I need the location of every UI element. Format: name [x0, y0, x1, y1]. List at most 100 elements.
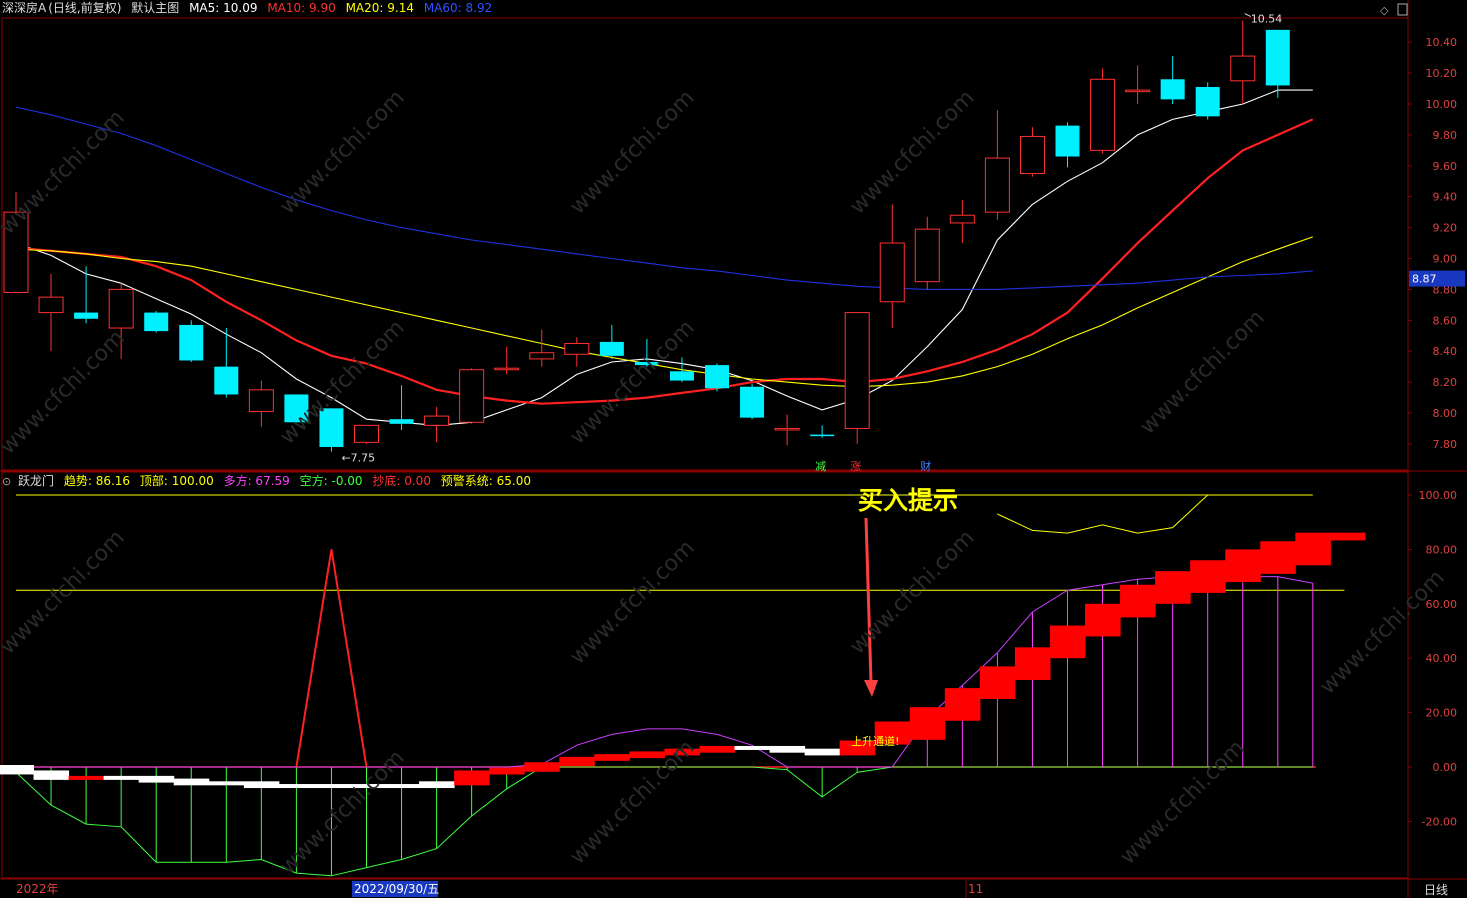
trend-block	[1190, 560, 1226, 593]
buy-hint-arrow-head	[864, 680, 878, 697]
candle	[1160, 56, 1185, 104]
candle-body	[424, 415, 450, 426]
candle-body	[564, 342, 590, 355]
trend-block	[804, 748, 841, 756]
stock-name[interactable]: 深深房A	[2, 1, 46, 15]
candle-body	[669, 371, 694, 381]
candle	[424, 406, 450, 443]
price-tick-label: 9.00	[1433, 253, 1458, 266]
candle	[1230, 20, 1256, 104]
trend-block	[278, 784, 315, 789]
price-tick-label: 10.40	[1426, 36, 1458, 49]
candle-body	[984, 157, 1010, 213]
candle-body	[810, 434, 835, 437]
trend-block	[0, 765, 35, 775]
time-label-year: 2022年	[16, 882, 59, 896]
trend-block	[734, 745, 771, 750]
trend-block	[524, 762, 560, 772]
warn-readout: 预警系统: 65.00	[440, 474, 531, 488]
rise-channel-label: 上升通道!	[851, 734, 899, 748]
trend-block	[1155, 571, 1191, 604]
trend-block	[103, 775, 140, 780]
candle-body	[949, 214, 975, 224]
candle	[634, 338, 659, 367]
price-tick-label: 9.40	[1433, 191, 1458, 204]
bottom-signal-spike	[295, 549, 368, 768]
trend-block	[629, 751, 665, 759]
candle	[529, 329, 555, 367]
candle	[599, 324, 624, 359]
indicator-tick-label: 0.00	[1433, 761, 1458, 774]
trend-block	[33, 770, 70, 780]
indicator-tick-label: 40.00	[1426, 652, 1458, 665]
candle-body	[38, 296, 64, 314]
candle-body	[1195, 87, 1220, 117]
price-tick-label: 8.20	[1433, 376, 1458, 389]
trend-block	[979, 666, 1016, 699]
candle-body	[319, 408, 344, 447]
event-mark: 减	[815, 460, 826, 473]
long-readout: 多方: 67.59	[223, 474, 290, 488]
indicator-name[interactable]: 跃龙门	[18, 474, 54, 488]
trend-block	[909, 707, 946, 740]
short-readout: 空方: -0.00	[299, 474, 363, 488]
price-tick-label: 10.20	[1426, 67, 1458, 80]
trend-block	[1330, 532, 1366, 541]
event-mark: 涨	[850, 460, 861, 473]
time-label-month: 11	[968, 882, 983, 896]
price-tick-label: 9.60	[1433, 160, 1458, 173]
candle	[774, 414, 800, 446]
ma-line-ma20	[15, 236, 1313, 388]
candle	[354, 424, 379, 444]
template-name[interactable]: 默认主图	[131, 1, 179, 15]
candle	[879, 204, 905, 329]
candle	[1195, 82, 1220, 120]
candle-body	[1230, 55, 1256, 82]
candle-body	[354, 424, 379, 443]
candle	[564, 337, 590, 367]
candle-body	[740, 386, 765, 418]
candle	[74, 266, 99, 324]
candle	[914, 216, 940, 290]
time-cursor-label: 2022/09/30/五	[354, 882, 439, 896]
candle-body	[1265, 29, 1290, 86]
buy-hint-label: 买入提示	[858, 486, 959, 515]
bottom-readout: 抄底: 0.00	[372, 474, 431, 488]
trend-block	[384, 784, 420, 789]
candle-body	[1090, 78, 1116, 151]
trend-block	[769, 745, 806, 753]
candle-body	[108, 288, 134, 329]
top-readout: 顶部: 100.00	[139, 474, 214, 488]
low-price-label: ←7.75	[341, 452, 375, 465]
trend-block	[1085, 603, 1121, 637]
candle-body	[1019, 135, 1045, 175]
indicator-tick-label: 60.00	[1426, 598, 1458, 611]
trend-block	[68, 775, 105, 780]
candle	[844, 312, 870, 444]
price-tick-label: 10.00	[1426, 98, 1458, 111]
candle	[1125, 65, 1151, 104]
candle	[669, 357, 694, 383]
main-chart-header: 深深房A (日线,前复权) 默认主图 MA5: 10.09 MA10: 9.90 …	[2, 0, 498, 16]
candle	[1090, 68, 1116, 154]
candle-body	[74, 312, 99, 319]
price-tick-label: 9.80	[1433, 129, 1458, 142]
candle	[144, 311, 169, 333]
trend-block	[944, 688, 981, 721]
trend-readout: 趋势: 86.16	[63, 474, 131, 488]
event-mark: 财	[920, 459, 931, 473]
high-price-label: 10.54	[1251, 13, 1283, 26]
candle-body	[389, 419, 414, 424]
candle	[389, 385, 414, 430]
candle	[494, 346, 520, 375]
period-label[interactable]: 日线	[1424, 881, 1448, 898]
stock-chart-canvas[interactable]: 10.4010.2010.009.809.609.409.209.008.808…	[0, 0, 1467, 898]
top-warning-line	[997, 494, 1313, 534]
candle-body	[1055, 125, 1080, 157]
trend-block	[313, 784, 350, 789]
candle-body	[705, 365, 729, 389]
candle-body	[1160, 79, 1185, 100]
trend-block	[699, 745, 736, 753]
adjust-mode[interactable]: (日线,前复权)	[48, 1, 121, 15]
indicator-menu-icon: ⊙	[2, 475, 11, 488]
